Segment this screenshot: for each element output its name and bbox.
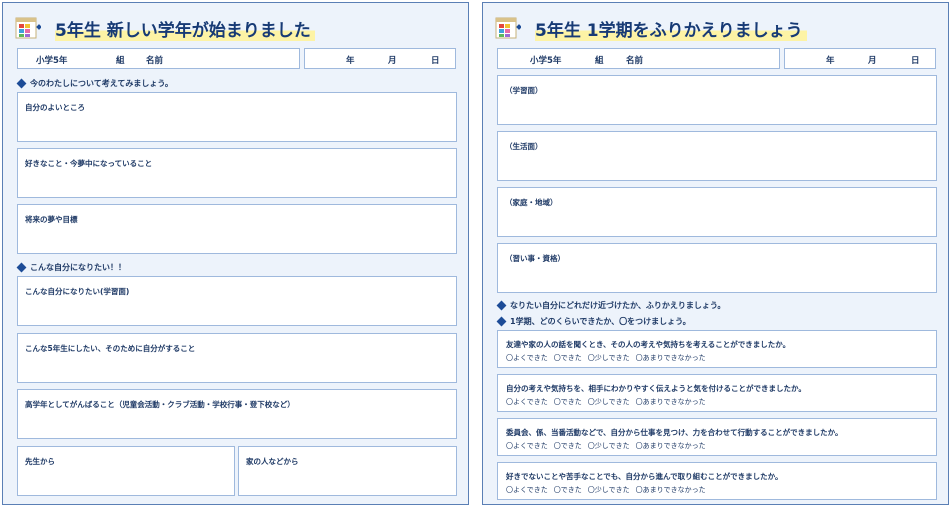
option-very-good[interactable]: 〇よくできた [506,485,548,495]
question-box: 自分の考えや気持ちを、相手にわかりやすく伝えようと気を付けることができましたか。… [497,374,937,412]
month-label: 月 [868,56,877,66]
page-title: 5年生 新しい学年が始まりました [55,16,315,41]
calendar-icon [495,17,521,39]
section-heading: なりたい自分にどれだけ近づけたか、ふりかえりましょう。 [496,300,726,311]
family-comment-box[interactable]: 家の人などから [238,446,457,496]
section-heading-text: 今のわたしについて考えてみましょう。 [30,79,173,88]
question-text: 好きでないことや苦手なことでも、自分から進んで取り組むことができましたか。 [506,472,783,481]
option-not-much[interactable]: 〇あまりできなかった [636,485,706,495]
option-not-much[interactable]: 〇あまりできなかった [636,353,706,363]
section-heading-text: 1学期、どのくらいできたか、〇をつけましょう。 [510,317,691,326]
answer-box[interactable]: こんな5年生にしたい、そのために自分がすること [17,333,457,383]
class-label: 組 [595,56,604,66]
calendar-icon [15,17,41,39]
diamond-bullet-icon [496,316,507,327]
year-label: 年 [346,56,355,66]
option-not-much[interactable]: 〇あまりできなかった [636,397,706,407]
reflection-box[interactable]: （生活面） [497,131,937,181]
class-label: 組 [116,56,125,66]
diamond-bullet-icon [16,78,27,89]
name-label: 名前 [626,56,644,66]
date-field[interactable]: 年 月 日 [784,48,936,69]
answer-box[interactable]: 将来の夢や目標 [17,204,457,254]
name-field[interactable]: 小学5年 組 名前 [497,48,780,69]
diamond-bullet-icon [496,300,507,311]
day-label: 日 [431,56,440,66]
option-good[interactable]: 〇できた [554,485,582,495]
box-label: （習い事・資格） [505,254,565,263]
reflection-box[interactable]: （学習面） [497,75,937,125]
worksheet-new-school-year: 5年生 新しい学年が始まりました 小学5年 組 名前 年 月 日 今のわたしにつ… [2,2,469,505]
section-heading: 1学期、どのくらいできたか、〇をつけましょう。 [496,316,691,327]
rating-options: 〇よくできた 〇できた 〇少しできた 〇あまりできなかった [506,441,706,451]
answer-box[interactable]: 自分のよいところ [17,92,457,142]
section-heading: こんな自分になりたい！！ [16,262,126,273]
year-label: 年 [826,56,835,66]
option-somewhat[interactable]: 〇少しできた [588,353,630,363]
rating-options: 〇よくできた 〇できた 〇少しできた 〇あまりできなかった [506,397,706,407]
school-label: 小学5年 [530,56,562,66]
section-heading-text: なりたい自分にどれだけ近づけたか、ふりかえりましょう。 [510,301,726,310]
box-label: 自分のよいところ [25,103,85,112]
page-title: 5年生 1学期をふりかえりましょう [535,16,807,41]
option-somewhat[interactable]: 〇少しできた [588,441,630,451]
day-label: 日 [911,56,920,66]
name-label: 名前 [146,56,164,66]
box-label: （家庭・地域） [505,198,558,207]
answer-box[interactable]: 高学年としてがんばること（児童会活動・クラブ活動・学校行事・登下校など） [17,389,457,439]
option-good[interactable]: 〇できた [554,353,582,363]
option-not-much[interactable]: 〇あまりできなかった [636,441,706,451]
option-very-good[interactable]: 〇よくできた [506,441,548,451]
option-very-good[interactable]: 〇よくできた [506,353,548,363]
option-somewhat[interactable]: 〇少しできた [588,397,630,407]
box-label: 家の人などから [246,457,299,466]
rating-options: 〇よくできた 〇できた 〇少しできた 〇あまりできなかった [506,353,706,363]
reflection-box[interactable]: （習い事・資格） [497,243,937,293]
box-label: （学習面） [505,86,543,95]
school-label: 小学5年 [36,56,68,66]
question-box: 好きでないことや苦手なことでも、自分から進んで取り組むことができましたか。 〇よ… [497,462,937,500]
section-heading: 今のわたしについて考えてみましょう。 [16,78,173,89]
box-label: こんな5年生にしたい、そのために自分がすること [25,344,196,353]
box-label: 将来の夢や目標 [25,215,78,224]
box-label: （生活面） [505,142,543,151]
question-box: 委員会、係、当番活動などで、自分から仕事を見つけ、力を合わせて行動することができ… [497,418,937,456]
question-text: 友達や家の人の話を聞くとき、その人の考えや気持ちを考えることができましたか。 [506,340,791,349]
question-text: 委員会、係、当番活動などで、自分から仕事を見つけ、力を合わせて行動することができ… [506,428,843,437]
question-text: 自分の考えや気持ちを、相手にわかりやすく伝えようと気を付けることができましたか。 [506,384,806,393]
question-box: 友達や家の人の話を聞くとき、その人の考えや気持ちを考えることができましたか。 〇… [497,330,937,368]
title-row: 5年生 新しい学年が始まりました [13,13,453,41]
month-label: 月 [388,56,397,66]
date-field[interactable]: 年 月 日 [304,48,456,69]
box-label: こんな自分になりたい(学習面) [25,287,130,296]
box-label: 高学年としてがんばること（児童会活動・クラブ活動・学校行事・登下校など） [25,400,295,409]
box-label: 好きなこと・今夢中になっていること [25,159,153,168]
option-very-good[interactable]: 〇よくできた [506,397,548,407]
rating-options: 〇よくできた 〇できた 〇少しできた 〇あまりできなかった [506,485,706,495]
worksheet-term-review: 5年生 1学期をふりかえりましょう 小学5年 組 名前 年 月 日 （学習面） … [482,2,949,505]
teacher-comment-box[interactable]: 先生から [17,446,235,496]
section-heading-text: こんな自分になりたい！！ [30,263,126,272]
option-somewhat[interactable]: 〇少しできた [588,485,630,495]
title-row: 5年生 1学期をふりかえりましょう [493,13,933,41]
box-label: 先生から [25,457,55,466]
option-good[interactable]: 〇できた [554,397,582,407]
answer-box[interactable]: こんな自分になりたい(学習面) [17,276,457,326]
reflection-box[interactable]: （家庭・地域） [497,187,937,237]
diamond-bullet-icon [16,262,27,273]
option-good[interactable]: 〇できた [554,441,582,451]
answer-box[interactable]: 好きなこと・今夢中になっていること [17,148,457,198]
name-field[interactable]: 小学5年 組 名前 [17,48,300,69]
